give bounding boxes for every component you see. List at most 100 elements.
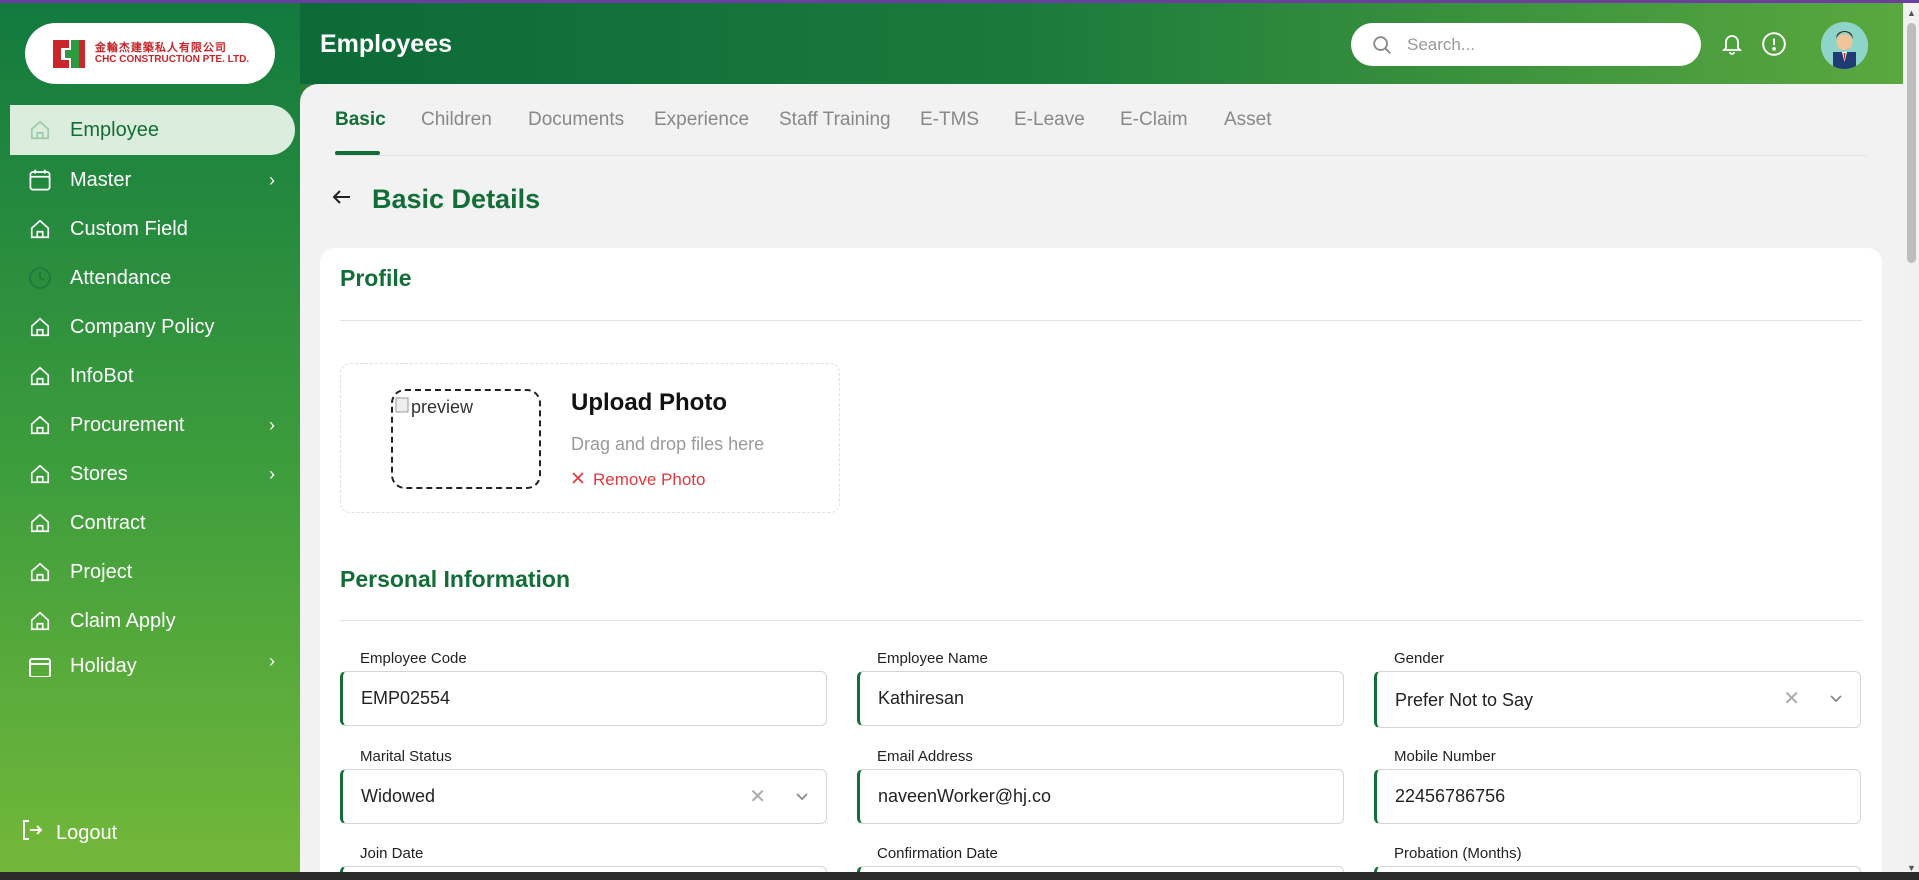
tab-children[interactable]: Children (421, 109, 492, 131)
chc-logo-icon (51, 36, 87, 72)
home-icon (28, 462, 52, 486)
mobile-value: 22456786756 (1395, 786, 1506, 806)
home-icon (28, 560, 52, 584)
employee-code-value: EMP02554 (361, 688, 451, 708)
tab-documents[interactable]: Documents (528, 109, 624, 131)
back-arrow-icon[interactable] (330, 185, 354, 214)
sidebar-item-custom-field[interactable]: Custom Field (10, 204, 295, 254)
tab-bar: Basic Children Documents Experience Staf… (335, 84, 1867, 156)
calendar-icon (28, 655, 52, 677)
tab-basic[interactable]: Basic (335, 109, 386, 131)
sidebar-item-label: InfoBot (70, 364, 134, 387)
sidebar-item-stores[interactable]: Stores › (10, 449, 295, 499)
gender-value: Prefer Not to Say (1395, 690, 1534, 710)
marital-status-select[interactable]: Widowed ✕ (340, 769, 827, 824)
search-icon (1371, 34, 1393, 61)
page-scrollbar[interactable]: ▲ ▼ (1903, 3, 1919, 880)
home-icon (28, 217, 52, 241)
sidebar-item-project[interactable]: Project (10, 547, 295, 597)
photo-preview[interactable]: preview (391, 389, 541, 489)
tab-e-tms[interactable]: E-TMS (920, 109, 979, 131)
search-bar[interactable] (1351, 23, 1701, 66)
active-tab-indicator (335, 151, 380, 155)
sidebar-item-label: Claim Apply (70, 609, 176, 632)
window-bottom-edge (0, 872, 1919, 880)
sidebar-item-infobot[interactable]: InfoBot (10, 351, 295, 401)
tab-e-claim[interactable]: E-Claim (1120, 109, 1188, 131)
close-icon (571, 470, 585, 490)
divider (340, 320, 1862, 321)
main-content: Basic Children Documents Experience Staf… (300, 84, 1903, 880)
home-icon (28, 118, 52, 142)
confirmation-date-label: Confirmation Date (877, 845, 998, 862)
chevron-down-icon[interactable] (1828, 690, 1844, 711)
probation-label: Probation (Months) (1394, 845, 1522, 862)
scroll-up-icon[interactable]: ▲ (1907, 8, 1916, 18)
clear-icon[interactable]: ✕ (1783, 686, 1800, 711)
sidebar-item-claim-apply[interactable]: Claim Apply (10, 596, 295, 646)
company-logo[interactable]: 金輪杰建築私人有限公司 CHC CONSTRUCTION PTE. LTD. (25, 23, 275, 84)
chevron-right-icon: › (269, 463, 275, 484)
tab-e-leave[interactable]: E-Leave (1014, 109, 1085, 131)
sidebar-item-label: Project (70, 560, 133, 583)
remove-photo-button[interactable]: Remove Photo (571, 470, 705, 490)
tab-staff-training[interactable]: Staff Training (779, 109, 891, 131)
employee-name-field[interactable]: Kathiresan (857, 671, 1344, 726)
sidebar-item-label: Attendance (70, 266, 172, 289)
sidebar-item-label: Master (70, 168, 132, 191)
join-date-label: Join Date (360, 845, 424, 862)
sidebar: 金輪杰建築私人有限公司 CHC CONSTRUCTION PTE. LTD. E… (0, 3, 300, 880)
search-input[interactable] (1407, 31, 1677, 59)
sidebar-item-company-policy[interactable]: Company Policy (10, 302, 295, 352)
tab-asset[interactable]: Asset (1224, 109, 1272, 131)
clear-icon[interactable]: ✕ (749, 784, 766, 809)
sidebar-item-attendance[interactable]: Attendance (10, 253, 295, 303)
broken-image-icon (395, 397, 409, 418)
sidebar-item-label: Stores (70, 462, 128, 485)
user-avatar[interactable] (1821, 22, 1868, 69)
page-title: Employees (320, 30, 453, 58)
logo-chinese-name: 金輪杰建築私人有限公司 (94, 41, 227, 54)
alert-circle-icon[interactable] (1761, 31, 1787, 57)
tab-experience[interactable]: Experience (654, 109, 749, 131)
gender-label: Gender (1394, 650, 1445, 667)
bell-icon[interactable] (1720, 31, 1746, 57)
email-field[interactable]: naveenWorker@hj.co (857, 769, 1344, 824)
preview-alt-text: preview (411, 397, 474, 417)
profile-heading: Profile (340, 265, 412, 291)
scrollbar-thumb[interactable] (1907, 23, 1916, 263)
home-icon (28, 609, 52, 633)
employee-code-field[interactable]: EMP02554 (340, 671, 827, 726)
employee-name-value: Kathiresan (878, 688, 965, 708)
sidebar-item-contract[interactable]: Contract (10, 498, 295, 548)
basic-details-card: Profile preview Upload Photo Drag and dr… (320, 248, 1882, 880)
logout-label: Logout (56, 821, 118, 844)
chevron-right-icon: › (269, 651, 275, 671)
chevron-down-icon[interactable] (794, 788, 810, 809)
sidebar-item-procurement[interactable]: Procurement › (10, 400, 295, 450)
logout-button[interactable]: Logout (20, 818, 117, 848)
mobile-label: Mobile Number (1394, 748, 1496, 765)
sidebar-item-holiday[interactable]: Holiday › (10, 645, 295, 677)
sidebar-item-label: Employee (70, 118, 159, 141)
sidebar-item-master[interactable]: Master › (10, 155, 295, 205)
sidebar-item-label: Custom Field (70, 217, 188, 240)
sidebar-item-label: Contract (70, 511, 146, 534)
logo-english-name: CHC CONSTRUCTION PTE. LTD. (94, 54, 250, 66)
mobile-field[interactable]: 22456786756 (1374, 769, 1861, 824)
sidebar-item-employee[interactable]: Employee (10, 105, 295, 155)
section-title: Basic Details (372, 184, 541, 214)
chevron-right-icon: › (269, 169, 275, 190)
sidebar-item-label: Company Policy (70, 315, 215, 338)
calendar-icon (28, 168, 52, 192)
sidebar-item-label: Procurement (70, 413, 185, 436)
upload-hint: Drag and drop files here (571, 434, 765, 454)
marital-status-label: Marital Status (360, 748, 452, 765)
personal-info-heading: Personal Information (340, 566, 571, 592)
remove-photo-label: Remove Photo (593, 470, 706, 489)
section-header: Basic Details (330, 184, 540, 215)
gender-select[interactable]: Prefer Not to Say ✕ (1374, 671, 1861, 728)
photo-upload-dropzone[interactable]: preview Upload Photo Drag and drop files… (340, 363, 840, 513)
employee-code-label: Employee Code (360, 650, 467, 667)
logout-icon (20, 818, 44, 848)
